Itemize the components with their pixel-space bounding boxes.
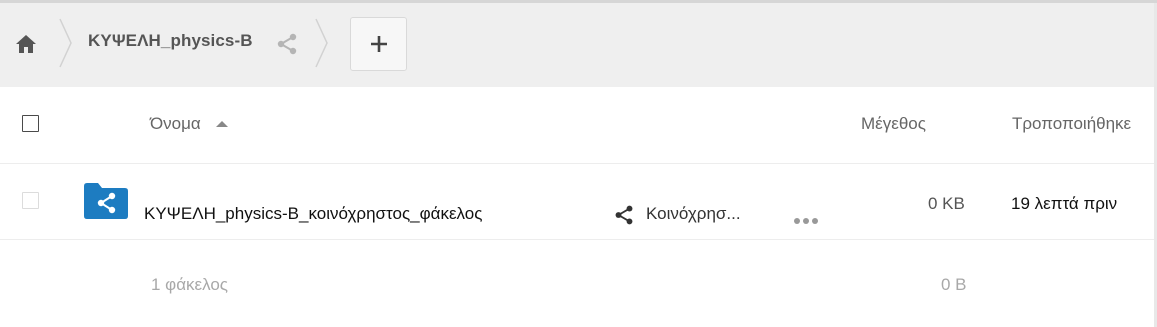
new-item-button[interactable] <box>350 17 407 71</box>
share-icon <box>615 205 633 225</box>
breadcrumb: ΚΥΨΕΛΗ_physics-B <box>0 3 1157 87</box>
breadcrumb-separator-icon <box>58 17 74 69</box>
summary-size: 0 B <box>941 275 967 294</box>
column-size-header[interactable]: Μέγεθος <box>861 114 926 134</box>
column-modified-header[interactable]: Τροποποιήθηκε <box>1012 114 1131 134</box>
shared-folder-icon[interactable] <box>84 183 128 219</box>
plus-icon <box>371 36 387 52</box>
select-all-checkbox[interactable] <box>22 115 39 132</box>
home-icon[interactable] <box>14 32 38 56</box>
more-dots-icon[interactable] <box>793 212 819 224</box>
summary-row: 1 φάκελος 0 B <box>0 240 1157 327</box>
summary-count: 1 φάκελος <box>151 275 228 294</box>
sort-ascending-icon[interactable] <box>216 121 228 127</box>
breadcrumb-separator-icon <box>314 17 330 69</box>
file-size: 0 KB <box>928 194 965 213</box>
share-label: Κοινόχρησ... <box>646 204 741 223</box>
breadcrumb-folder[interactable]: ΚΥΨΕΛΗ_physics-B <box>88 31 253 51</box>
table-header: Όνομα Μέγεθος Τροποποιήθηκε <box>0 87 1157 164</box>
share-icon[interactable] <box>275 32 299 56</box>
column-name-header[interactable]: Όνομα <box>150 114 201 134</box>
file-modified: 19 λεπτά πριν <box>1011 194 1118 213</box>
table-row[interactable]: ΚΥΨΕΛΗ_physics-B_κοινόχρηστος_φάκελος Κο… <box>0 164 1157 240</box>
row-checkbox[interactable] <box>22 192 39 209</box>
file-name[interactable]: ΚΥΨΕΛΗ_physics-B_κοινόχρηστος_φάκελος <box>144 204 482 224</box>
